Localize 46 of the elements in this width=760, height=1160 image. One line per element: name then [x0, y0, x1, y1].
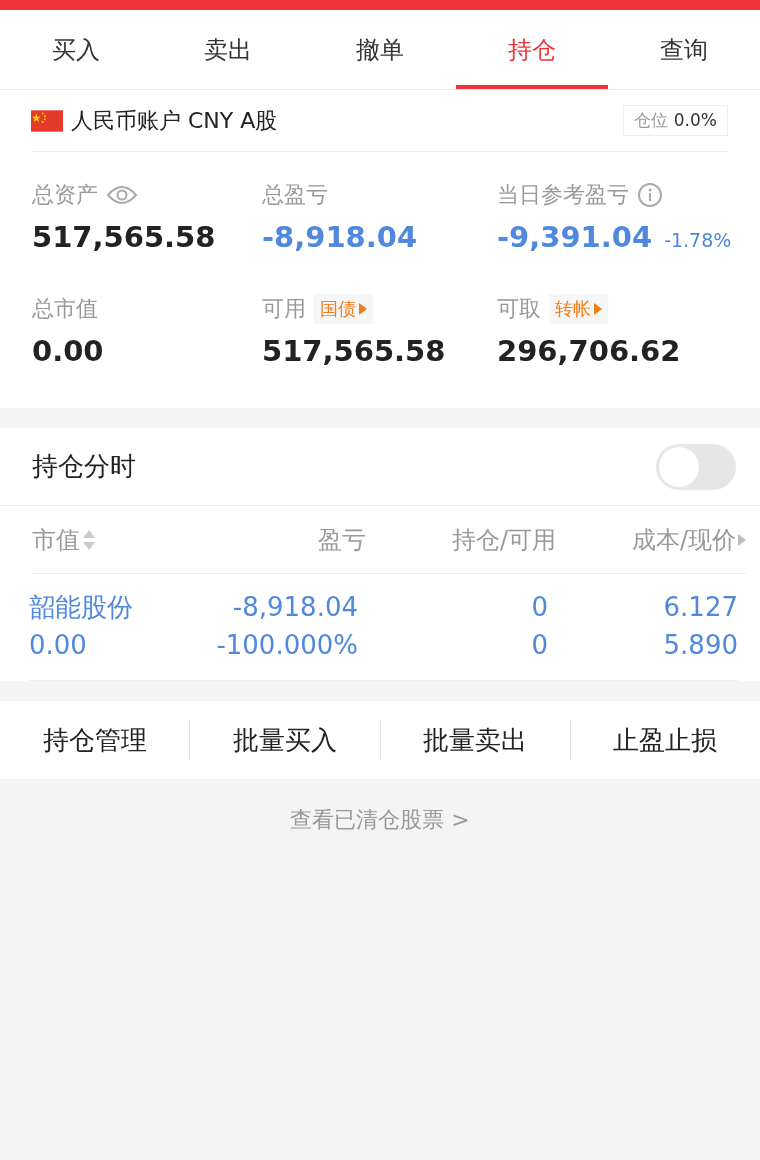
stat-label: 可取 — [497, 295, 541, 323]
table-cell-text: 0 — [531, 629, 548, 662]
stat-label: 当日参考盈亏 — [497, 181, 629, 209]
info-icon[interactable] — [637, 182, 663, 208]
tag-link[interactable]: 转帐 — [549, 294, 608, 324]
stat-value: -9,391.04 — [497, 220, 653, 254]
change-percent: -1.78% — [664, 229, 732, 251]
position-badge: 仓位 0.0% — [623, 105, 728, 136]
section-title: 持仓分时 — [32, 450, 136, 483]
action-button[interactable]: 持仓管理 — [0, 722, 190, 758]
column-header[interactable]: 市值 — [32, 523, 96, 556]
tab[interactable]: 买入 — [0, 10, 152, 89]
stat-value: 296,706.62 — [497, 334, 681, 368]
account-name: 人民币账户 CNY A股 — [71, 106, 279, 135]
table-cell-text: 5.890 — [663, 629, 738, 662]
stat-value: -8,918.04 — [262, 220, 418, 254]
column-header[interactable]: 持仓/可用 — [451, 523, 556, 556]
cleared-stocks-link[interactable]: 查看已清仓股票 > — [290, 805, 470, 835]
table-cell-text: 0.00 — [29, 629, 87, 662]
tag-link[interactable]: 国债 — [314, 294, 373, 324]
column-header[interactable]: 成本/现价 — [631, 523, 746, 556]
tab[interactable]: 撤单 — [304, 10, 456, 89]
table-cell-text: -8,918.04 — [232, 591, 358, 624]
stat-label: 可用 — [262, 295, 306, 323]
stat-value: 0.00 — [32, 334, 104, 368]
triangle-icon — [594, 303, 602, 315]
table-cell-text: -100.000% — [216, 629, 358, 662]
caret-icon — [738, 533, 746, 546]
table-cell-text: 0 — [531, 591, 548, 624]
eye-icon[interactable] — [106, 185, 138, 205]
stat-value: 517,565.58 — [262, 334, 446, 368]
stat-label: 总盈亏 — [262, 181, 328, 209]
tab[interactable]: 卖出 — [152, 10, 304, 89]
triangle-icon — [359, 303, 367, 315]
tab[interactable]: 查询 — [608, 10, 760, 89]
stat-label: 总市值 — [32, 295, 98, 323]
table-cell-text: 6.127 — [663, 591, 738, 624]
stat-value: 517,565.58 — [32, 220, 216, 254]
stock-name[interactable]: 韶能股份 — [29, 588, 133, 626]
action-button[interactable]: 止盈止损 — [570, 722, 760, 758]
stat-label: 总资产 — [32, 181, 98, 209]
toggle-switch[interactable] — [656, 443, 736, 490]
action-button[interactable]: 批量买入 — [190, 722, 380, 758]
column-header[interactable]: 盈亏 — [318, 523, 366, 556]
action-button[interactable]: 批量卖出 — [380, 722, 570, 758]
flag-icon — [31, 109, 63, 132]
